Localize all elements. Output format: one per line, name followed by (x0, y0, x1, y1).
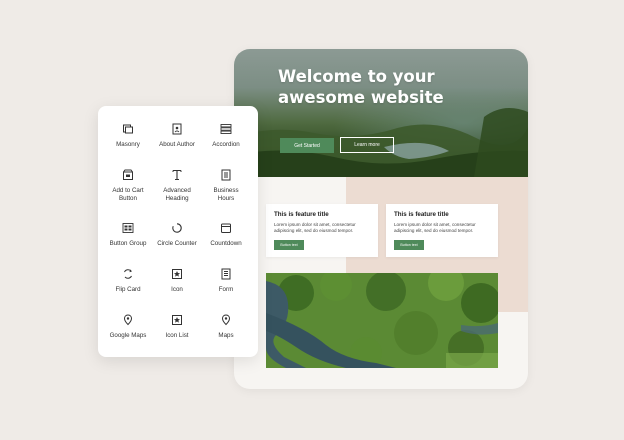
widget-circle-counter[interactable]: Circle Counter (152, 222, 202, 266)
flip-card-icon (122, 268, 134, 280)
aerial-forest-image (266, 273, 498, 368)
widget-label: Icon List (165, 332, 189, 339)
widgets-panel: Masonry About Author Accordion Add to Ca… (98, 106, 258, 357)
learn-more-button[interactable]: Learn more (340, 137, 394, 153)
widget-label: Google Maps (109, 332, 147, 339)
feature-button[interactable]: Button text (394, 240, 424, 250)
widget-about-author[interactable]: About Author (152, 123, 202, 167)
widget-maps[interactable]: Maps (201, 314, 251, 358)
widget-business-hours[interactable]: Business Hours (201, 169, 251, 213)
widget-masonry[interactable]: Masonry (103, 123, 153, 167)
masonry-icon (122, 123, 134, 135)
countdown-icon (220, 222, 232, 234)
widget-button-group[interactable]: Button Group (103, 222, 153, 266)
widget-icon-list[interactable]: Icon List (152, 314, 202, 358)
feature-title: This is feature title (394, 211, 449, 218)
circle-counter-icon (171, 222, 183, 234)
advanced-heading-icon (171, 169, 183, 181)
widget-label: Accordion (212, 141, 240, 148)
widget-label: Icon (171, 286, 183, 293)
feature-description: Lorem ipsum dolor sit amet, consectetur … (274, 222, 356, 233)
widget-label: About Author (159, 141, 195, 148)
button-group-icon (122, 222, 134, 234)
hero-title: Welcome to your awesome website (278, 67, 444, 107)
form-icon (220, 268, 232, 280)
widget-flip-card[interactable]: Flip Card (103, 268, 153, 312)
website-preview: Welcome to your awesome website Get Star… (234, 49, 528, 389)
widget-label: Add to Cart Button (112, 187, 144, 202)
widget-label: Button Group (109, 240, 147, 247)
google-maps-icon (122, 314, 134, 326)
widget-advanced-heading[interactable]: Advanced Heading (152, 169, 202, 213)
add-to-cart-icon (122, 169, 134, 181)
widget-countdown[interactable]: Countdown (201, 222, 251, 266)
feature-title: This is feature title (274, 211, 329, 218)
hero-section: Welcome to your awesome website Get Star… (234, 49, 528, 177)
widget-google-maps[interactable]: Google Maps (103, 314, 153, 358)
widget-add-to-cart[interactable]: Add to Cart Button (103, 169, 153, 213)
business-hours-icon (220, 169, 232, 181)
widget-label: Circle Counter (157, 240, 197, 247)
get-started-button[interactable]: Get Started (280, 138, 334, 153)
widget-label: Countdown (210, 240, 242, 247)
widget-label: Advanced Heading (163, 187, 191, 202)
icon-list-icon (171, 314, 183, 326)
widget-icon[interactable]: Icon (152, 268, 202, 312)
widget-label: Business Hours (213, 187, 239, 202)
icon-widget-icon (171, 268, 183, 280)
feature-description: Lorem ipsum dolor sit amet, consectetur … (394, 222, 476, 233)
maps-icon (220, 314, 232, 326)
widget-label: Maps (218, 332, 234, 339)
feature-button[interactable]: Button text (274, 240, 304, 250)
about-author-icon (171, 123, 183, 135)
widget-label: Flip Card (115, 286, 141, 293)
accordion-icon (220, 123, 232, 135)
feature-card-2: This is feature title Lorem ipsum dolor … (386, 204, 498, 257)
widget-label: Masonry (116, 141, 140, 148)
feature-card-1: This is feature title Lorem ipsum dolor … (266, 204, 378, 257)
widget-accordion[interactable]: Accordion (201, 123, 251, 167)
widget-form[interactable]: Form (201, 268, 251, 312)
widget-label: Form (218, 286, 234, 293)
